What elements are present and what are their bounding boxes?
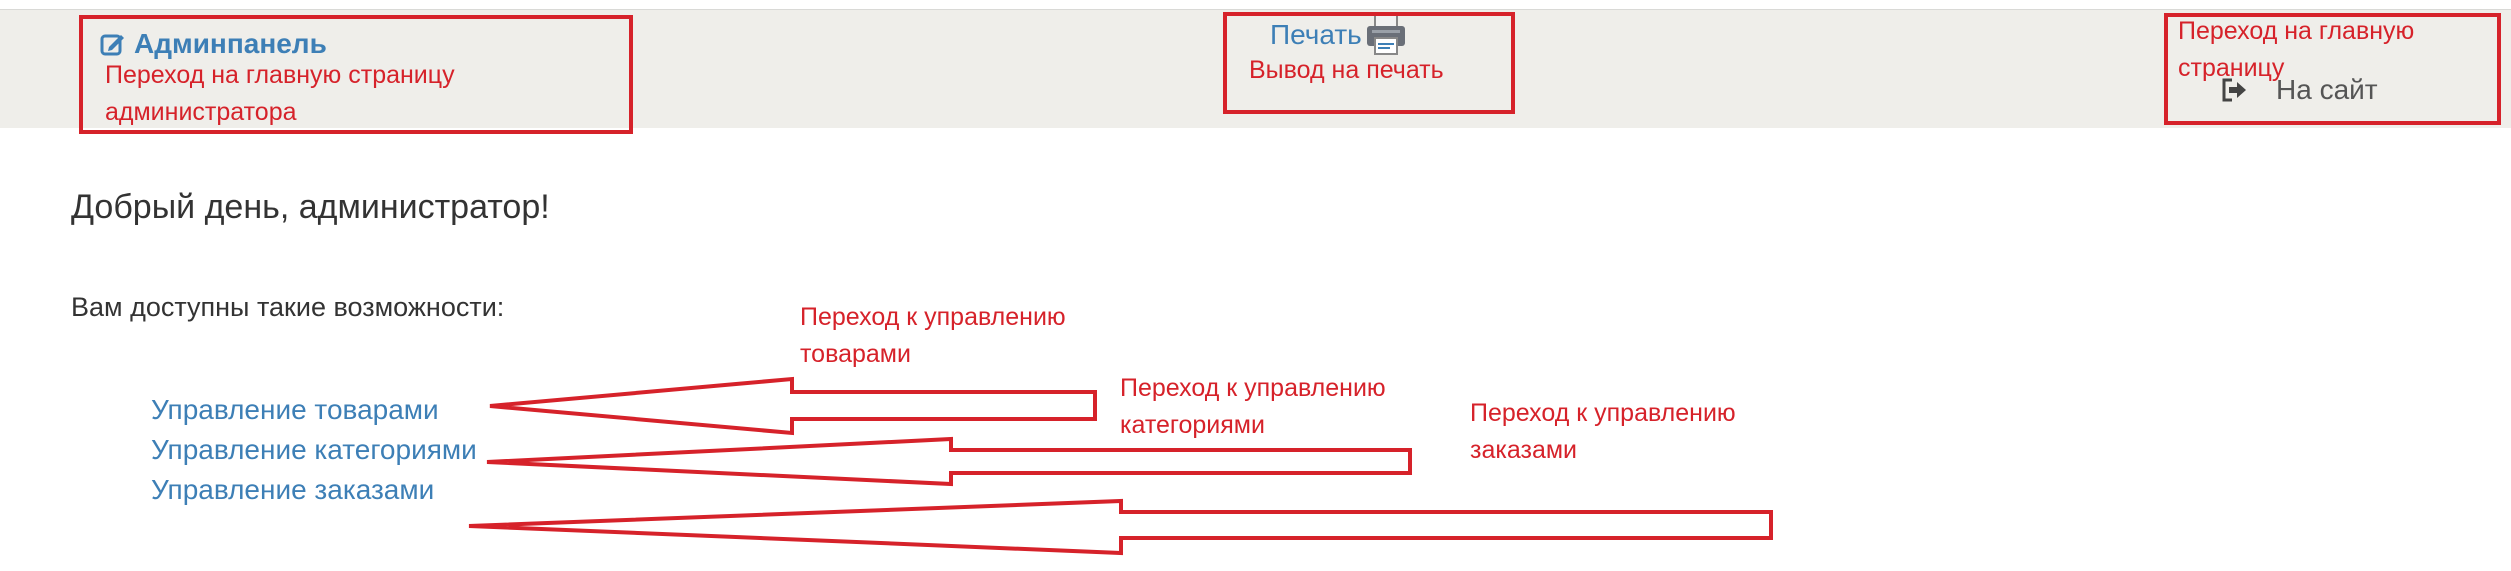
arrow-orders [468,498,1773,556]
annotation-arrows [468,376,1773,556]
arrow-categories [486,436,1412,487]
arrow-goods [489,376,1097,436]
